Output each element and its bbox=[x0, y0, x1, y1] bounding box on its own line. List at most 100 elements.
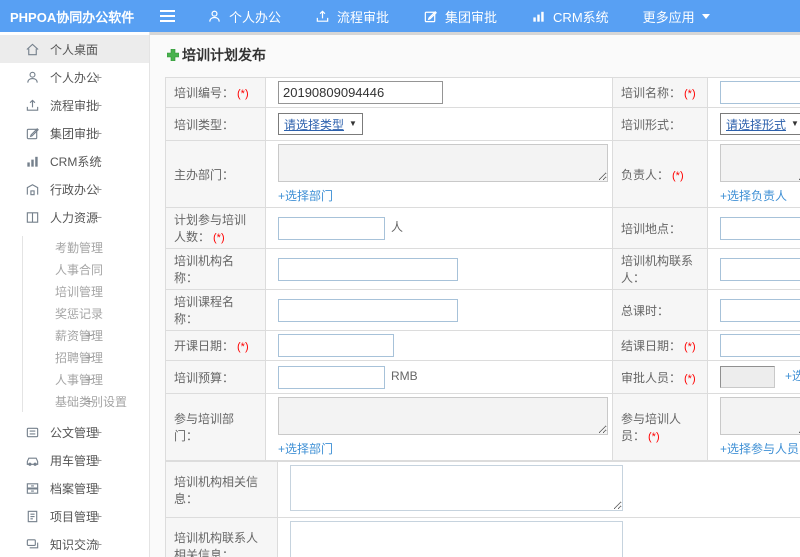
sidebar-item-admin-office[interactable]: 行政办公 + bbox=[0, 175, 149, 203]
total-hours-input[interactable] bbox=[720, 298, 800, 322]
caret-down-icon: ▼ bbox=[349, 119, 357, 128]
nav-group-approval[interactable]: 集团审批 bbox=[406, 0, 514, 32]
sidebar: 个人桌面 个人办公 + 流程审批 + 集团审批 + CRM系统 + 行政办公 +… bbox=[0, 32, 150, 557]
menu-toggle-button[interactable] bbox=[150, 0, 184, 32]
submenu-item-recruiting[interactable]: 招聘管理 + bbox=[23, 346, 149, 368]
field-cell: +选择审批人员 bbox=[707, 360, 800, 394]
nav-personal-office[interactable]: 个人办公 bbox=[190, 0, 298, 32]
sidebar-item-group-approval[interactable]: 集团审批 + bbox=[0, 119, 149, 147]
sidebar-item-projects[interactable]: 项目管理 + bbox=[0, 502, 149, 530]
field-label-org-info: 培训机构相关信息： bbox=[165, 461, 278, 518]
expand-plus-icon[interactable]: + bbox=[85, 327, 93, 343]
field-cell bbox=[707, 77, 800, 108]
green-plus-icon bbox=[167, 49, 179, 61]
training-no-input[interactable] bbox=[278, 81, 443, 104]
org-contact-info-textarea[interactable] bbox=[290, 521, 623, 557]
sidebar-bottom-group: 公文管理 + 用车管理 + 档案管理 + 项目管理 + 知识交流 + bbox=[0, 418, 149, 557]
submenu-item-attendance[interactable]: 考勤管理 bbox=[23, 236, 149, 258]
approver-box[interactable] bbox=[720, 366, 775, 388]
sidebar-item-hr[interactable]: 人力资源 − bbox=[0, 203, 149, 231]
leader-box[interactable] bbox=[720, 144, 800, 182]
expand-plus-icon[interactable]: + bbox=[85, 349, 93, 365]
sidebar-item-documents[interactable]: 公文管理 + bbox=[0, 418, 149, 446]
expand-plus-icon[interactable]: + bbox=[85, 371, 93, 387]
nav-label: 更多应用 bbox=[642, 9, 695, 25]
planned-count-input[interactable] bbox=[278, 216, 385, 240]
upload-icon bbox=[26, 99, 39, 111]
expand-plus-icon[interactable]: + bbox=[94, 424, 102, 440]
bar-chart-icon bbox=[27, 156, 38, 167]
join-people-box[interactable] bbox=[720, 397, 800, 435]
expand-plus-icon[interactable]: + bbox=[94, 508, 102, 524]
car-icon bbox=[26, 457, 39, 466]
end-date-input[interactable] bbox=[720, 334, 800, 357]
field-label-leader: 负责人： (*) bbox=[612, 140, 708, 208]
sidebar-item-workflow-approval[interactable]: 流程审批 + bbox=[0, 91, 149, 119]
chat-icon bbox=[26, 538, 39, 548]
field-cell bbox=[707, 330, 800, 361]
expand-plus-icon[interactable]: + bbox=[94, 181, 102, 197]
sidebar-item-personal-desktop[interactable]: 个人桌面 bbox=[0, 35, 149, 63]
submenu-item-salary[interactable]: 薪资管理 + bbox=[23, 324, 149, 346]
choose-dept-link[interactable]: +选择部门 bbox=[278, 440, 333, 457]
choose-participants-link[interactable]: +选择参与人员 bbox=[720, 440, 799, 457]
submenu-item-base-category[interactable]: 基础类别设置 + bbox=[23, 390, 149, 412]
person-icon bbox=[209, 10, 220, 22]
course-name-input[interactable] bbox=[278, 298, 458, 322]
choose-dept-link[interactable]: +选择部门 bbox=[278, 187, 333, 204]
nav-crm-system[interactable]: CRM系统 bbox=[514, 0, 626, 32]
field-label-org-contact: 培训机构联系人： bbox=[612, 248, 708, 290]
sidebar-item-crm-system[interactable]: CRM系统 + bbox=[0, 147, 149, 175]
sidebar-item-vehicles[interactable]: 用车管理 + bbox=[0, 446, 149, 474]
expand-plus-icon[interactable]: + bbox=[94, 97, 102, 113]
expand-plus-icon[interactable]: + bbox=[94, 480, 102, 496]
sidebar-item-archives[interactable]: 档案管理 + bbox=[0, 474, 149, 502]
nav-more-apps[interactable]: 更多应用 bbox=[626, 0, 727, 32]
label-text: 计划参与培训人数： bbox=[174, 213, 247, 244]
expand-plus-icon[interactable]: + bbox=[94, 153, 102, 169]
nav-workflow-approval[interactable]: 流程审批 bbox=[298, 0, 406, 32]
expand-plus-icon[interactable]: + bbox=[94, 536, 102, 552]
submenu-item-training[interactable]: 培训管理 bbox=[23, 280, 149, 302]
expand-plus-icon[interactable]: + bbox=[94, 125, 102, 141]
submenu-item-personnel[interactable]: 人事管理 + bbox=[23, 368, 149, 390]
training-type-select[interactable]: 请选择类型 ▼ bbox=[278, 113, 363, 135]
submenu-item-label: 薪资管理 bbox=[55, 328, 104, 343]
label-text: 培训机构相关信息： bbox=[174, 474, 259, 506]
collapse-minus-icon[interactable]: − bbox=[94, 209, 102, 225]
org-contact-input[interactable] bbox=[720, 257, 800, 281]
expand-plus-icon[interactable]: + bbox=[94, 69, 102, 85]
nav-label: 集团审批 bbox=[445, 9, 498, 25]
page-title: 培训计划发布 bbox=[167, 45, 800, 65]
submenu-item-hr-contract[interactable]: 人事合同 bbox=[23, 258, 149, 280]
required-mark: (*) bbox=[237, 88, 249, 100]
location-input[interactable] bbox=[720, 216, 800, 240]
join-depts-box[interactable] bbox=[278, 397, 608, 435]
sidebar-item-personal-office[interactable]: 个人办公 + bbox=[0, 63, 149, 91]
choose-leader-link[interactable]: +选择负责人 bbox=[720, 187, 787, 204]
sidebar-item-label: 公文管理 bbox=[50, 425, 99, 440]
sidebar-item-knowledge[interactable]: 知识交流 + bbox=[0, 530, 149, 557]
sidebar-item-label: 人力资源 bbox=[50, 210, 99, 225]
training-name-input[interactable] bbox=[720, 81, 800, 104]
label-text: 审批人员： bbox=[621, 370, 682, 385]
field-cell: +选择部门 bbox=[265, 393, 613, 461]
expand-plus-icon[interactable]: + bbox=[94, 452, 102, 468]
field-label-org-name: 培训机构名称： bbox=[165, 248, 266, 290]
submenu-item-rewards[interactable]: 奖惩记录 bbox=[23, 302, 149, 324]
upload-icon bbox=[316, 9, 329, 22]
field-label-approver: 审批人员： (*) bbox=[612, 360, 708, 394]
label-text: 培训类型： bbox=[174, 117, 235, 132]
nav-label: CRM系统 bbox=[553, 9, 609, 25]
sidebar-item-label: 档案管理 bbox=[50, 481, 99, 496]
org-info-textarea[interactable] bbox=[290, 465, 623, 511]
budget-input[interactable] bbox=[278, 365, 385, 389]
field-label-end-date: 结课日期： (*) bbox=[612, 330, 708, 361]
expand-plus-icon[interactable]: + bbox=[85, 393, 93, 409]
field-label-training-form: 培训形式： bbox=[612, 107, 708, 141]
training-form-select[interactable]: 请选择形式 ▼ bbox=[720, 113, 800, 135]
org-name-input[interactable] bbox=[278, 257, 458, 281]
start-date-input[interactable] bbox=[278, 334, 394, 357]
host-dept-box[interactable] bbox=[278, 144, 608, 182]
choose-approver-link[interactable]: +选择审批人员 bbox=[785, 369, 800, 383]
